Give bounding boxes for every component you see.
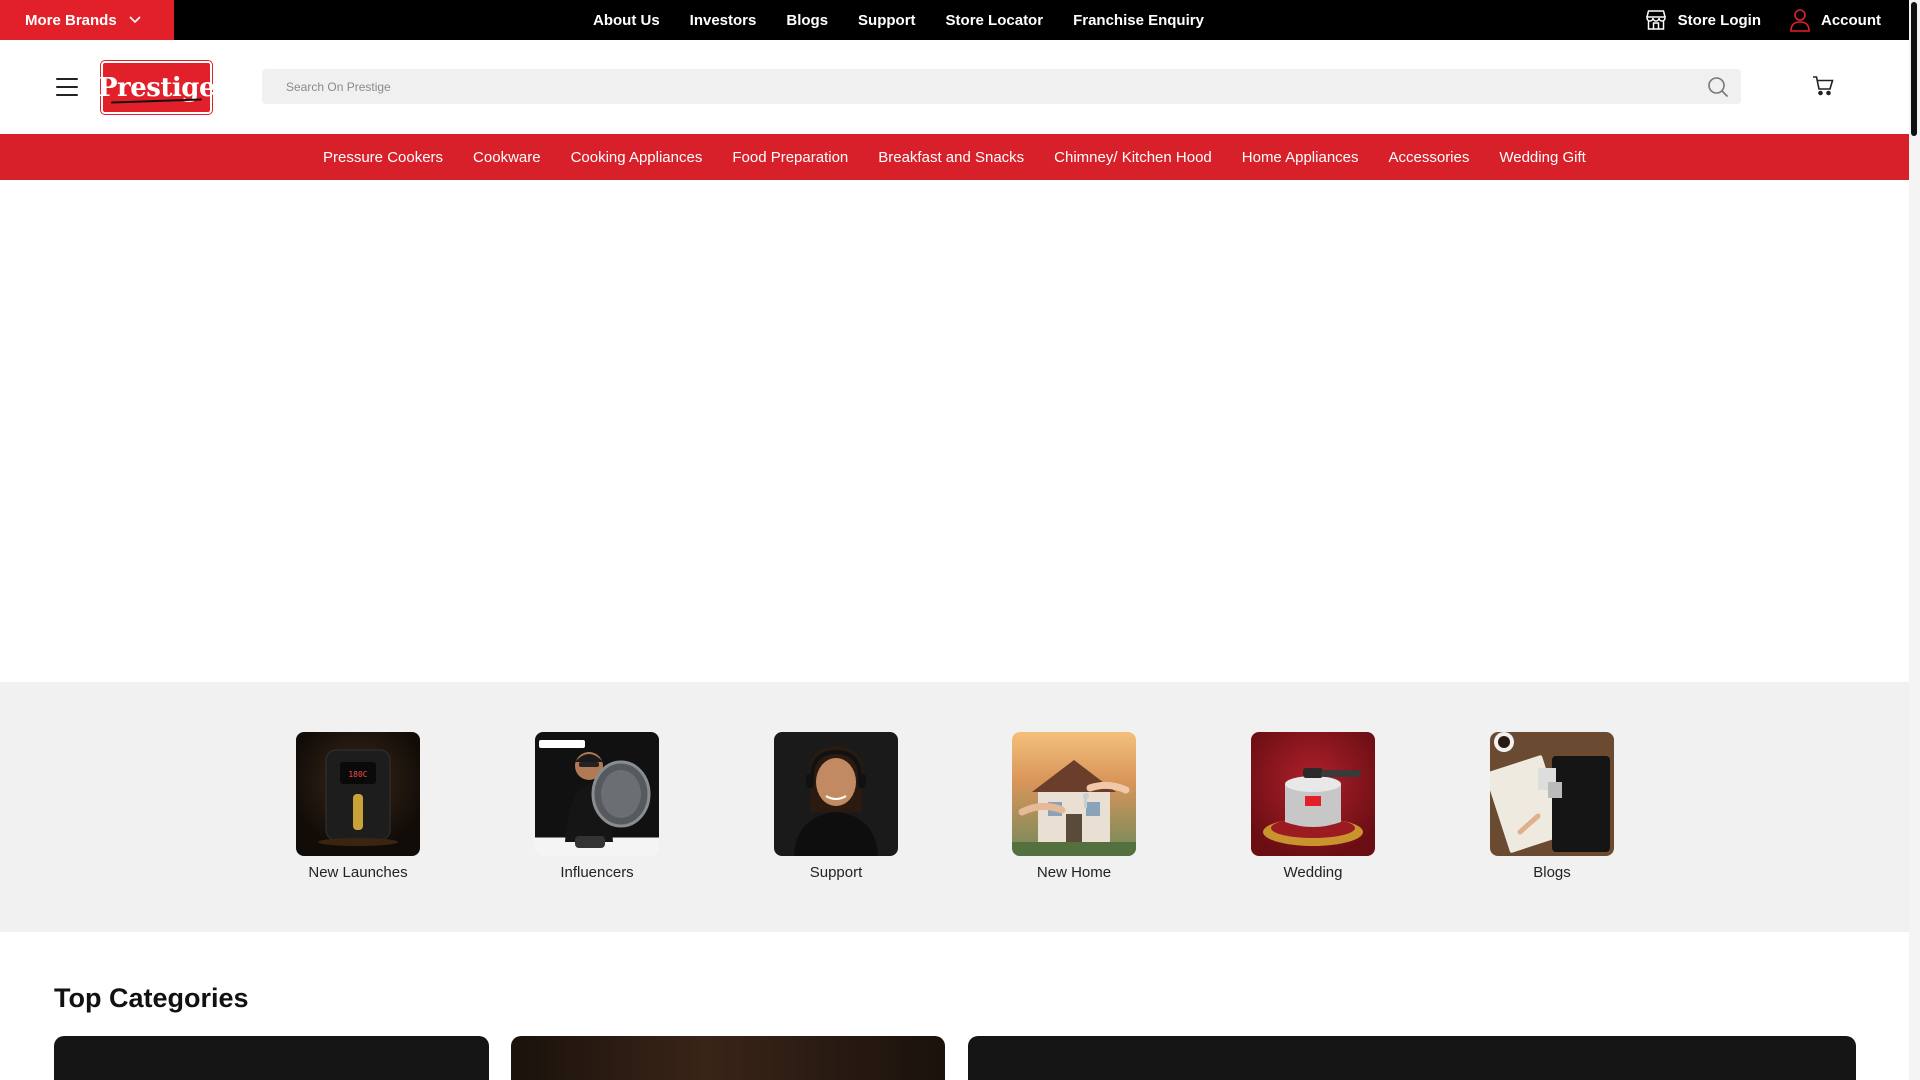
nav-pressure-cookers[interactable]: Pressure Cookers [323, 149, 443, 166]
search-bar [262, 69, 1741, 104]
cart-icon[interactable] [1812, 76, 1834, 101]
nav-cookware[interactable]: Cookware [473, 149, 541, 166]
more-brands-button[interactable]: More Brands [0, 0, 174, 40]
menu-icon[interactable] [56, 78, 78, 96]
quick-link-support[interactable]: Support [774, 732, 898, 881]
quick-links-section: 180C New Launches Influencers Support Ne… [0, 682, 1909, 932]
svg-text:180C: 180C [348, 770, 367, 779]
category-card[interactable] [968, 1036, 1856, 1080]
account-link[interactable]: Account [1789, 8, 1881, 32]
category-nav: Pressure Cookers Cookware Cooking Applia… [0, 134, 1909, 180]
quick-link-new-home[interactable]: New Home [1012, 732, 1136, 881]
hero-banner[interactable] [0, 180, 1909, 682]
top-link-franchise-enquiry[interactable]: Franchise Enquiry [1073, 12, 1204, 29]
header: Prestige [0, 40, 1909, 134]
nav-cooking-appliances[interactable]: Cooking Appliances [571, 149, 703, 166]
search-input[interactable] [262, 69, 1741, 104]
quick-link-wedding[interactable]: Wedding [1251, 732, 1375, 881]
store-login-link[interactable]: Store Login [1644, 8, 1761, 32]
prestige-logo[interactable]: Prestige [98, 61, 216, 114]
page-scrollbar[interactable] [1909, 0, 1920, 1080]
user-icon [1790, 9, 1810, 32]
top-link-investors[interactable]: Investors [690, 12, 757, 29]
account-label: Account [1821, 11, 1881, 29]
top-bar: More Brands About Us Investors Blogs Sup… [0, 0, 1909, 40]
quick-link-label: Blogs [1533, 864, 1571, 881]
nav-breakfast-and-snacks[interactable]: Breakfast and Snacks [878, 149, 1024, 166]
nav-home-appliances[interactable]: Home Appliances [1242, 149, 1359, 166]
quick-link-new-launches[interactable]: 180C New Launches [296, 732, 420, 881]
house-keys-image [1012, 732, 1136, 856]
quick-link-label: Support [809, 864, 863, 881]
chevron-down-icon [129, 16, 141, 24]
page: More Brands About Us Investors Blogs Sup… [0, 0, 1920, 1080]
top-categories-heading: Top Categories [54, 983, 249, 1013]
scrollbar-thumb[interactable] [1911, 2, 1917, 136]
nav-accessories[interactable]: Accessories [1389, 149, 1470, 166]
nav-chimney-kitchen-hood[interactable]: Chimney/ Kitchen Hood [1054, 149, 1212, 166]
quick-link-label: New Launches [308, 864, 408, 881]
pressure-cooker-gift-image [1251, 732, 1375, 856]
store-icon [1645, 10, 1666, 30]
top-link-blogs[interactable]: Blogs [786, 12, 828, 29]
quick-link-label: New Home [1036, 864, 1112, 881]
influencer-with-pan-image [535, 732, 659, 856]
category-card[interactable] [511, 1036, 945, 1080]
top-link-store-locator[interactable]: Store Locator [946, 12, 1044, 29]
top-links: About Us Investors Blogs Support Store L… [593, 0, 1234, 40]
top-right-actions: Store Login Account [1644, 0, 1909, 40]
quick-link-influencers[interactable]: Influencers [535, 732, 659, 881]
more-brands-label: More Brands [25, 11, 117, 29]
quick-link-label: Wedding [1283, 864, 1343, 881]
quick-link-blogs[interactable]: Blogs [1490, 732, 1614, 881]
top-link-support[interactable]: Support [858, 12, 916, 29]
store-login-label: Store Login [1677, 11, 1761, 29]
category-card[interactable] [54, 1036, 489, 1080]
nav-food-preparation[interactable]: Food Preparation [732, 149, 848, 166]
support-agent-image [774, 732, 898, 856]
quick-link-label: Influencers [560, 864, 634, 881]
nav-wedding-gift[interactable]: Wedding Gift [1499, 149, 1585, 166]
top-link-about-us[interactable]: About Us [593, 12, 660, 29]
desk-notebook-image [1490, 732, 1614, 856]
air-fryer-image: 180C [296, 732, 420, 856]
search-icon[interactable] [1707, 76, 1729, 98]
